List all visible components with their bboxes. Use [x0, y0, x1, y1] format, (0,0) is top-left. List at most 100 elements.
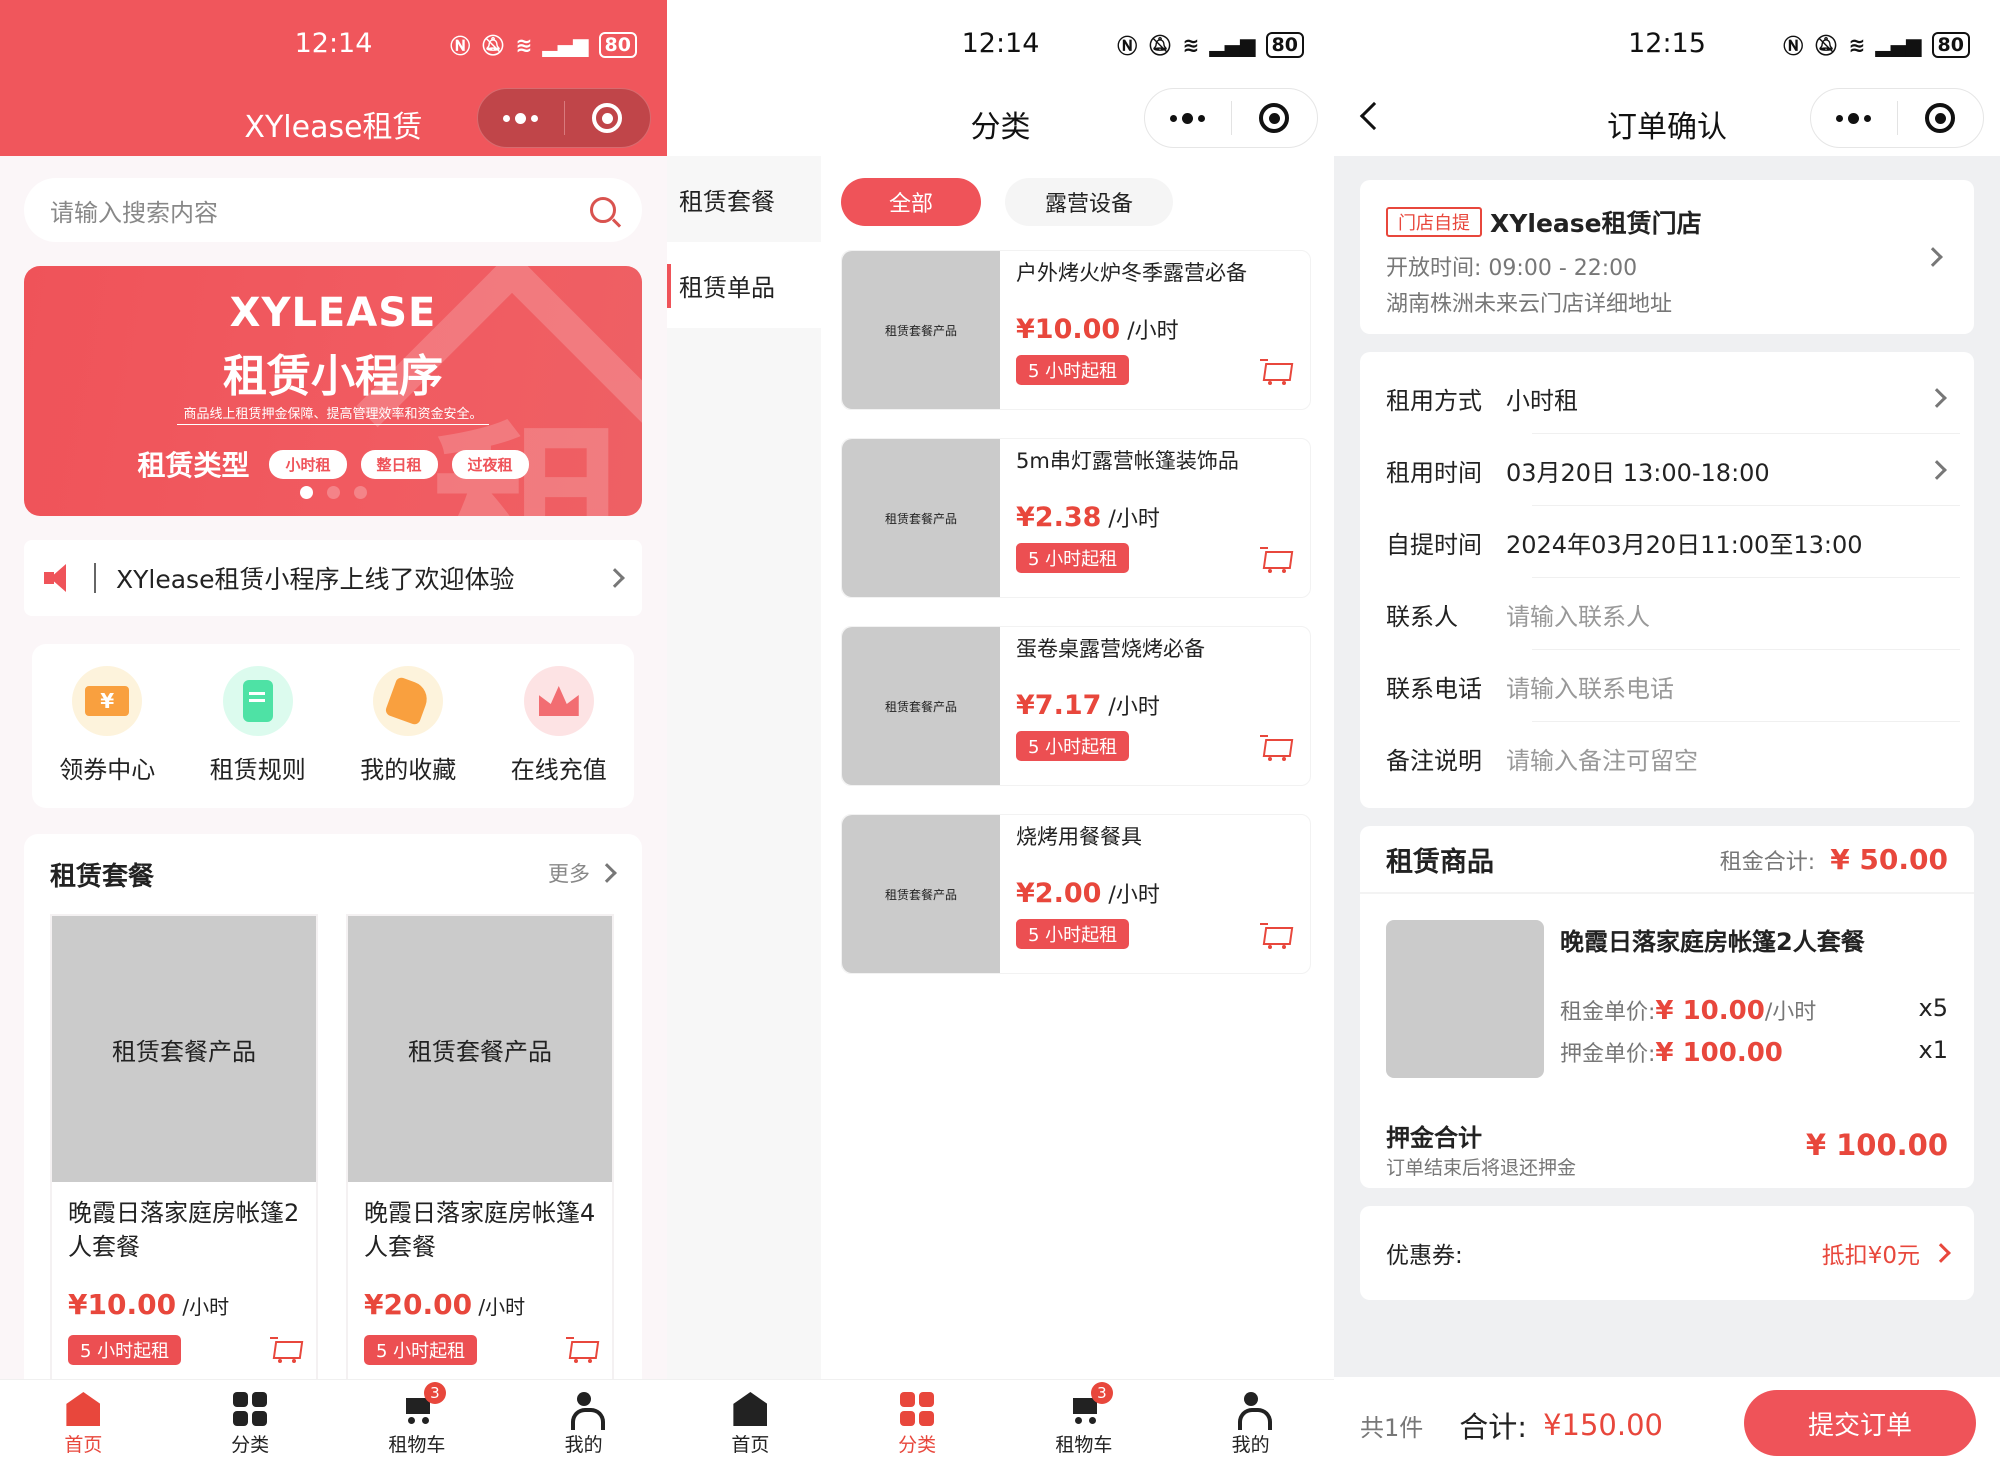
add-to-cart-icon[interactable]	[1260, 359, 1290, 385]
home-screen: 12:14 Ⓝ 🔕︎ ≋ ▂▄▆ 80 XYlease租赁 请输入搜索内容 租 …	[0, 0, 667, 1473]
nfc-icon: Ⓝ	[1117, 34, 1138, 58]
mute-icon: 🔕︎	[1147, 32, 1173, 57]
product-name: 户外烤火炉冬季露营必备	[1016, 261, 1247, 285]
chevron-right-icon	[605, 568, 625, 588]
quick-entry-label: 我的收藏	[360, 756, 457, 784]
contact-phone-row: 联系电话 请输入联系电话	[1360, 650, 1974, 722]
close-miniapp-button[interactable]	[565, 89, 651, 147]
carousel-dot[interactable]	[353, 486, 367, 499]
search-placeholder: 请输入搜索内容	[50, 198, 218, 227]
quick-entry-label: 领券中心	[59, 756, 156, 784]
min-rent-tag: 5 小时起租	[1016, 919, 1130, 949]
battery-icon: 80	[1265, 31, 1304, 58]
sidebar-item-single-items[interactable]: 租赁单品	[667, 242, 821, 328]
tab-home[interactable]: 首页	[667, 1380, 834, 1473]
more-button[interactable]	[1145, 89, 1231, 147]
promo-banner[interactable]: 租 XYLEASE 租赁小程序 商品线上租赁押金保障、提高管理效率和资金安全。 …	[24, 266, 642, 516]
product-item[interactable]: 租赁套餐产品 烧烤用餐餐具 ¥2.00 /小时 5 小时起租	[841, 814, 1311, 974]
tab-category[interactable]: 分类	[834, 1380, 1001, 1473]
coupon-row[interactable]: 优惠券: 抵扣¥0元	[1360, 1206, 1974, 1300]
package-card[interactable]: 租赁套餐产品 晚霞日落家庭房帐篷2人套餐 ¥10.00 /小时 5 小时起租	[50, 914, 318, 1414]
status-icons: Ⓝ 🔕︎ ≋ ▂▄▆ 80	[450, 30, 637, 59]
status-bar: 12:14 Ⓝ 🔕︎ ≋ ▂▄▆ 80	[0, 0, 667, 88]
pickup-time-value: 2024年03月20日11:00至13:00	[1506, 530, 1863, 559]
order-total: ¥150.00	[1543, 1408, 1663, 1442]
packages-section: 租赁套餐 更多 租赁套餐产品 晚霞日落家庭房帐篷2人套餐 ¥10.00 /小时 …	[24, 834, 642, 1414]
close-miniapp-button[interactable]	[1898, 89, 1984, 147]
sidebar-item-packages[interactable]: 租赁套餐	[667, 156, 821, 242]
product-price-row: ¥7.17 /小时	[1016, 690, 1160, 721]
min-rent-tag: 5 小时起租	[1016, 731, 1130, 761]
target-icon	[1925, 103, 1956, 133]
rent-time-value: 03月20日 13:00-18:00	[1506, 458, 1770, 487]
chip-all[interactable]: 全部	[841, 178, 982, 226]
carousel-dot-active[interactable]	[299, 486, 313, 499]
quick-entry-coupons[interactable]: ¥ 领券中心	[42, 666, 172, 808]
add-to-cart-icon[interactable]	[566, 1337, 596, 1363]
category-sidebar: 租赁套餐 租赁单品	[667, 156, 821, 1379]
product-name: 5m串灯露营帐篷装饰品	[1016, 449, 1239, 473]
category-grid-icon	[900, 1392, 935, 1426]
product-item[interactable]: 租赁套餐产品 户外烤火炉冬季露营必备 ¥10.00 /小时 5 小时起租	[841, 250, 1311, 410]
carousel-dot[interactable]	[326, 486, 340, 499]
tab-home[interactable]: 首页	[0, 1380, 167, 1473]
pickup-time-row: 自提时间 2024年03月20日11:00至13:00	[1360, 506, 1974, 578]
remark-input[interactable]: 请输入备注可留空	[1506, 741, 1974, 776]
chip-camping-gear[interactable]: 露营设备	[1005, 178, 1174, 226]
quick-entry-favorites[interactable]: 我的收藏	[343, 666, 473, 808]
add-to-cart-icon[interactable]	[1260, 923, 1290, 949]
rent-time-row[interactable]: 租用时间 03月20日 13:00-18:00	[1360, 434, 1974, 506]
product-price-row: ¥2.38 /小时	[1016, 502, 1160, 533]
status-bar: 12:15 Ⓝ 🔕︎ ≋ ▂▄▆ 80	[1334, 0, 2000, 88]
quick-entry-rules[interactable]: 租赁规则	[193, 666, 323, 808]
add-to-cart-icon[interactable]	[270, 1337, 300, 1363]
product-name: 晚霞日落家庭房帐篷4人套餐	[364, 1199, 596, 1261]
signal-icon: ▂▄▆	[542, 32, 589, 57]
search-icon[interactable]	[590, 197, 616, 223]
announcement-bar[interactable]: XYlease租赁小程序上线了欢迎体验	[24, 540, 642, 616]
rent-mode-value: 小时租	[1506, 386, 1578, 415]
search-input[interactable]: 请输入搜索内容	[24, 178, 642, 242]
product-price-row: ¥2.00 /小时	[1016, 878, 1160, 909]
tab-mine[interactable]: 我的	[1167, 1380, 1334, 1473]
more-link[interactable]: 更多	[548, 858, 617, 888]
rules-doc-icon	[242, 680, 273, 722]
package-card[interactable]: 租赁套餐产品 晚霞日落家庭房帐篷4人套餐 ¥20.00 /小时 5 小时起租	[346, 914, 614, 1414]
product-item[interactable]: 租赁套餐产品 蛋卷桌露营烧烤必备 ¥7.17 /小时 5 小时起租	[841, 626, 1311, 786]
add-to-cart-icon[interactable]	[1260, 547, 1290, 573]
add-to-cart-icon[interactable]	[1260, 735, 1290, 761]
speaker-icon	[44, 564, 74, 592]
submit-order-button[interactable]: 提交订单	[1744, 1390, 1976, 1456]
more-dots-icon	[503, 112, 539, 124]
miniapp-capsule	[1810, 88, 1984, 148]
product-image: 租赁套餐产品	[842, 251, 1000, 409]
store-card[interactable]: 门店自提 XYlease租赁门店 开放时间: 09:00 - 22:00 湖南株洲…	[1360, 180, 1974, 334]
rent-mode-row[interactable]: 租用方式 小时租	[1360, 362, 1974, 434]
tab-bar: 首页 分类 3 租物车 我的	[0, 1379, 667, 1473]
nav-bar: 分类	[667, 88, 1334, 156]
mute-icon: 🔕︎	[1813, 32, 1839, 57]
divider	[94, 563, 96, 593]
checkout-bar: 共1件 合计: ¥150.00 提交订单	[1334, 1377, 2000, 1473]
item-count: 共1件	[1360, 1413, 1424, 1442]
nfc-icon: Ⓝ	[450, 34, 471, 58]
contact-phone-input[interactable]: 请输入联系电话	[1506, 669, 1974, 704]
order-form: 租用方式 小时租 租用时间 03月20日 13:00-18:00 自提时间 2024年…	[1360, 352, 1974, 808]
close-miniapp-button[interactable]	[1232, 89, 1318, 147]
more-button[interactable]	[478, 89, 564, 147]
wifi-icon: ≋	[1182, 32, 1200, 57]
quick-entry-grid: ¥ 领券中心 租赁规则 我的收藏 在线充值	[32, 644, 634, 808]
more-button[interactable]	[1811, 89, 1897, 147]
tab-category[interactable]: 分类	[167, 1380, 334, 1473]
product-item[interactable]: 租赁套餐产品 5m串灯露营帐篷装饰品 ¥2.38 /小时 5 小时起租	[841, 438, 1311, 598]
contact-name-input[interactable]: 请输入联系人	[1506, 597, 1974, 632]
product-name: 晚霞日落家庭房帐篷2人套餐	[68, 1199, 300, 1261]
tab-cart[interactable]: 3 租物车	[1001, 1380, 1168, 1473]
store-hours: 开放时间: 09:00 - 22:00	[1386, 256, 1638, 281]
tab-mine[interactable]: 我的	[500, 1380, 667, 1473]
tab-cart[interactable]: 3 租物车	[334, 1380, 501, 1473]
order-confirm-screen: 12:15 Ⓝ 🔕︎ ≋ ▂▄▆ 80 订单确认 门店自提 XYlease租赁门店 开放时…	[1334, 0, 2000, 1473]
quick-entry-recharge[interactable]: 在线充值	[494, 666, 624, 808]
coupon-label: 优惠券:	[1386, 1243, 1463, 1269]
store-name: XYlease租赁门店	[1490, 209, 1702, 238]
